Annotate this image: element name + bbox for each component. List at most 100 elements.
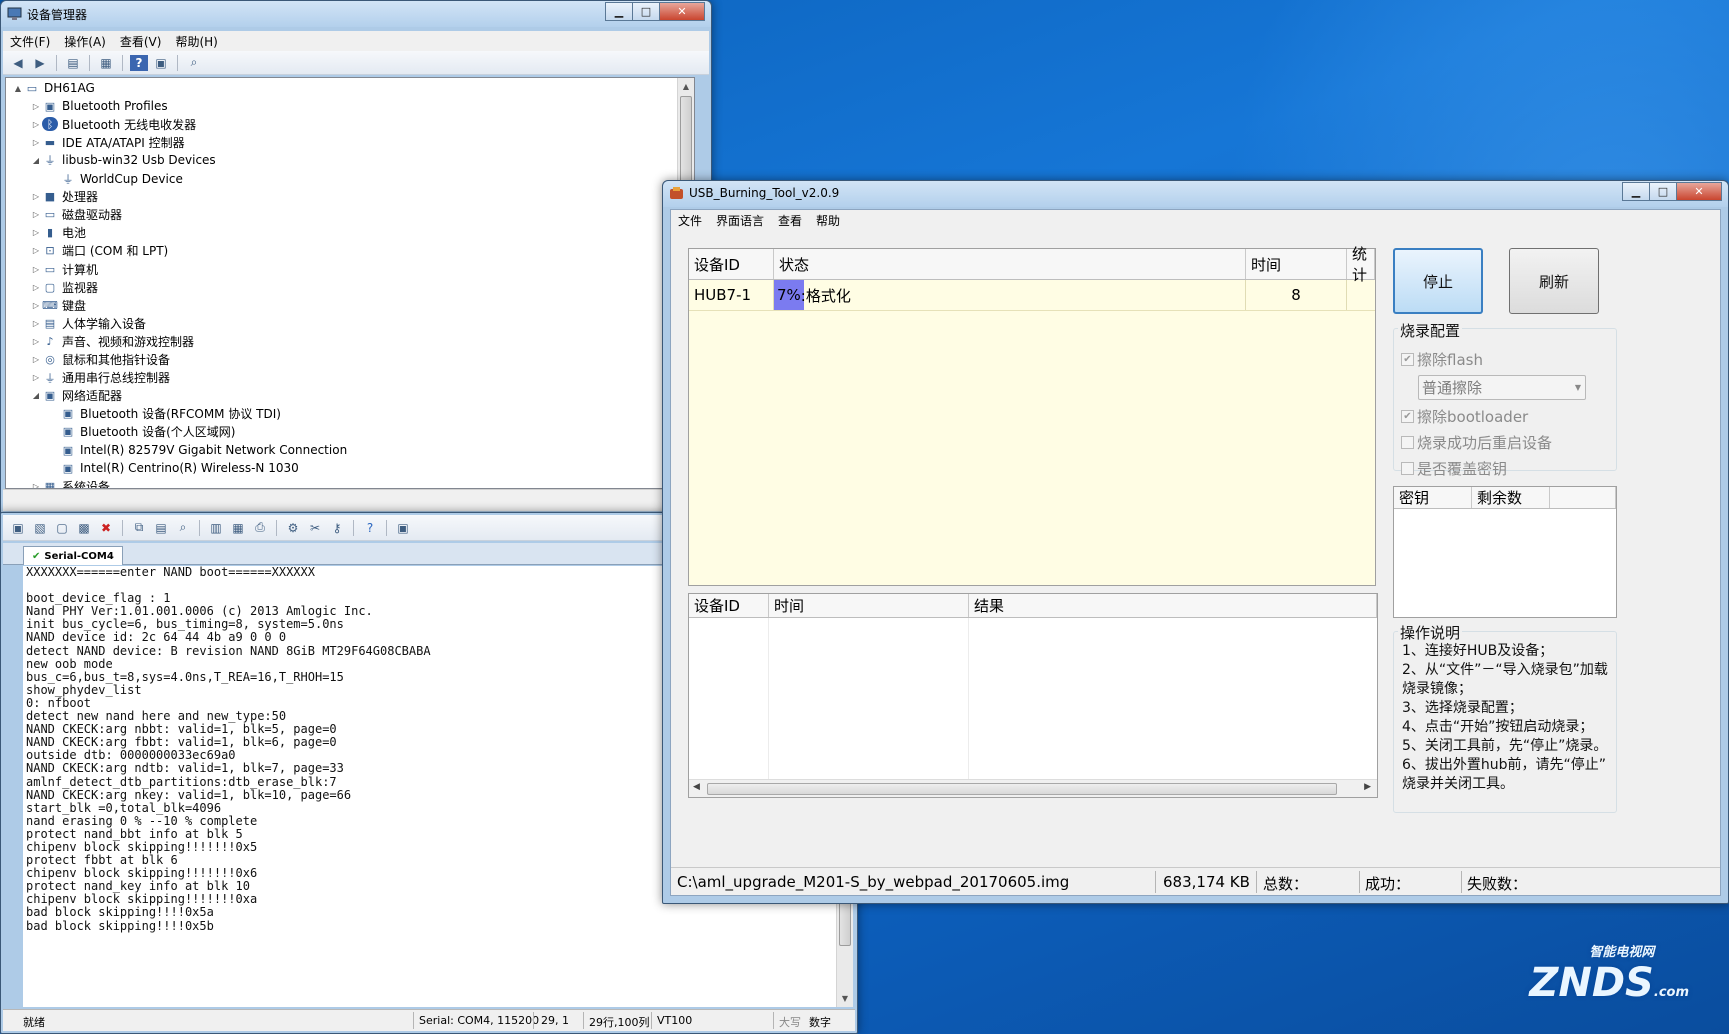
expand-arrow-icon[interactable]: ▷ xyxy=(30,355,42,364)
connect-icon[interactable]: ▢ xyxy=(53,520,71,536)
titlebar[interactable]: USB_Burning_Tool_v2.0.9 ▁ □ ✕ xyxy=(663,181,1728,207)
scroll-right-arrow-icon[interactable]: ▶ xyxy=(1364,782,1371,792)
col-key[interactable]: 密钥 xyxy=(1394,487,1472,508)
session-manager-icon[interactable]: ▣ xyxy=(394,520,412,536)
open-session-icon[interactable]: ▧ xyxy=(31,520,49,536)
copy-icon[interactable]: ⧉ xyxy=(130,520,148,536)
scroll-thumb[interactable] xyxy=(707,783,1337,795)
erase-bootloader-checkbox[interactable]: ✔ 擦除bootloader xyxy=(1401,406,1528,427)
find-icon[interactable]: ⌕ xyxy=(174,520,192,536)
reboot-after-checkbox[interactable]: 烧录成功后重启设备 xyxy=(1401,432,1552,453)
col-status[interactable]: 状态 xyxy=(774,249,1246,279)
col-device-id[interactable]: 设备ID xyxy=(689,594,769,617)
expand-arrow-icon[interactable]: ▷ xyxy=(30,210,42,219)
tree-item[interactable]: ◢ ▣ 网络适配器 xyxy=(30,387,122,405)
reconnect-icon[interactable]: ▩ xyxy=(75,520,93,536)
key-icon[interactable]: ⚷ xyxy=(328,520,346,536)
scroll-down-arrow-icon[interactable]: ▼ xyxy=(837,990,853,1007)
col-device-id[interactable]: 设备ID xyxy=(689,249,774,279)
scan-hardware-icon[interactable]: ⌕ xyxy=(185,55,203,71)
expand-arrow-icon[interactable]: ▷ xyxy=(30,246,42,255)
expand-arrow-icon[interactable]: ▷ xyxy=(30,192,42,201)
tree-item[interactable]: ▷ ♪ 声音、视频和游戏控制器 xyxy=(30,332,194,350)
tree-item[interactable]: ▷ ▭ 计算机 xyxy=(30,260,98,278)
tree-item[interactable]: ⏚ WorldCup Device xyxy=(48,170,183,188)
tree-item[interactable]: ▲ ▭ DH61AG xyxy=(12,79,95,97)
overwrite-key-checkbox[interactable]: 是否覆盖密钥 xyxy=(1401,458,1507,479)
col-result[interactable]: 结果 xyxy=(969,594,1377,617)
print-screen-icon[interactable]: ▦ xyxy=(229,520,247,536)
printer-icon[interactable]: ⎙ xyxy=(251,520,269,536)
expand-arrow-icon[interactable]: ◢ xyxy=(30,156,42,165)
col-time[interactable]: 时间 xyxy=(1246,249,1347,279)
menu-view[interactable]: 查看(V) xyxy=(113,33,169,50)
expand-arrow-icon[interactable]: ◢ xyxy=(30,391,42,400)
tree-item[interactable]: ▣ Bluetooth 设备(RFCOMM 协议 TDI) xyxy=(48,405,281,423)
tree-item[interactable]: ▷ ᛒ Bluetooth 无线电收发器 xyxy=(30,115,196,133)
menu-help[interactable]: 帮助(H) xyxy=(168,33,224,50)
help-icon[interactable]: ? xyxy=(130,54,148,71)
col-stat[interactable]: 统计 xyxy=(1347,245,1375,284)
tree-item[interactable]: ▷ ▦ 系统设备 xyxy=(30,477,110,488)
expand-arrow-icon[interactable]: ▷ xyxy=(30,265,42,274)
tree-item[interactable]: ▷ ▢ 监视器 xyxy=(30,278,98,296)
properties-icon[interactable]: ▦ xyxy=(97,55,115,71)
tab-serial-com4[interactable]: ✔ Serial-COM4 xyxy=(23,546,123,565)
menu-language[interactable]: 界面语言 xyxy=(709,212,771,229)
expand-arrow-icon[interactable]: ▲ xyxy=(12,84,24,93)
expand-arrow-icon[interactable]: ▷ xyxy=(30,319,42,328)
expand-arrow-icon[interactable]: ▷ xyxy=(30,283,42,292)
expand-arrow-icon[interactable]: ▷ xyxy=(30,482,42,488)
tree-item[interactable]: ▷ ▮ 电池 xyxy=(30,224,86,242)
expand-arrow-icon[interactable]: ▷ xyxy=(30,228,42,237)
erase-mode-select[interactable]: 普通擦除 ▼ xyxy=(1418,375,1586,400)
menu-view[interactable]: 查看 xyxy=(771,212,809,229)
erase-flash-checkbox[interactable]: ✔ 擦除flash xyxy=(1401,349,1483,370)
tree-item[interactable]: ▷ ▬ IDE ATA/ATAPI 控制器 xyxy=(30,133,185,151)
expand-arrow-icon[interactable]: ▷ xyxy=(30,373,42,382)
horizontal-scrollbar[interactable]: ◀ ▶ xyxy=(689,779,1377,797)
tree-item[interactable]: ▷ ▭ 磁盘驱动器 xyxy=(30,206,122,224)
stop-button[interactable]: 停止 xyxy=(1393,248,1483,314)
tree-item[interactable]: ▣ Intel(R) 82579V Gigabit Network Connect… xyxy=(48,441,347,459)
show-hide-icon[interactable]: ▣ xyxy=(152,55,170,71)
print-icon[interactable]: ▥ xyxy=(207,520,225,536)
tree-item[interactable]: ▷ ◎ 鼠标和其他指针设备 xyxy=(30,351,170,369)
paste-icon[interactable]: ▤ xyxy=(152,520,170,536)
tree-item[interactable]: ▷ ▤ 人体学输入设备 xyxy=(30,314,146,332)
tree-item[interactable]: ▷ ▣ Bluetooth Profiles xyxy=(30,97,168,115)
menu-file[interactable]: 文件 xyxy=(671,212,709,229)
console-tree-icon[interactable]: ▤ xyxy=(64,55,82,71)
scroll-left-arrow-icon[interactable]: ◀ xyxy=(693,782,700,792)
tree-item[interactable]: ▷ ⌨ 键盘 xyxy=(30,296,86,314)
tools-icon[interactable]: ✂ xyxy=(306,520,324,536)
expand-arrow-icon[interactable]: ▷ xyxy=(30,138,42,147)
close-button[interactable]: ✕ xyxy=(659,2,705,21)
col-time[interactable]: 时间 xyxy=(769,594,969,617)
minimize-button[interactable]: ▁ xyxy=(1622,182,1650,201)
menu-action[interactable]: 操作(A) xyxy=(57,33,113,50)
settings-icon[interactable]: ⚙ xyxy=(284,520,302,536)
maximize-button[interactable]: □ xyxy=(632,2,660,21)
close-button[interactable]: ✕ xyxy=(1676,182,1722,201)
new-session-icon[interactable]: ▣ xyxy=(9,520,27,536)
tree-item[interactable]: ▷ ⊡ 端口 (COM 和 LPT) xyxy=(30,242,168,260)
menu-help[interactable]: 帮助 xyxy=(809,212,847,229)
tree-item[interactable]: ▷ ⏚ 通用串行总线控制器 xyxy=(30,369,170,387)
tree-item[interactable]: ◢ ⏚ libusb-win32 Usb Devices xyxy=(30,151,216,169)
expand-arrow-icon[interactable]: ▷ xyxy=(30,102,42,111)
table-row[interactable]: HUB7-1 7% :格式化 8 xyxy=(689,280,1375,311)
maximize-button[interactable]: □ xyxy=(1649,182,1677,201)
minimize-button[interactable]: ▁ xyxy=(605,2,633,21)
titlebar[interactable]: 设备管理器 ▁ □ ✕ xyxy=(1,1,711,27)
disconnect-icon[interactable]: ✖ xyxy=(97,520,115,536)
scroll-up-arrow-icon[interactable]: ▲ xyxy=(678,78,694,95)
expand-arrow-icon[interactable]: ▷ xyxy=(30,301,42,310)
col-remaining[interactable]: 剩余数 xyxy=(1472,487,1550,508)
expand-arrow-icon[interactable]: ▷ xyxy=(30,120,42,129)
tree-item[interactable]: ▣ Intel(R) Centrino(R) Wireless-N 1030 xyxy=(48,459,299,477)
tree-item[interactable]: ▣ Bluetooth 设备(个人区域网) xyxy=(48,423,236,441)
refresh-button[interactable]: 刷新 xyxy=(1509,248,1599,314)
back-icon[interactable]: ◀ xyxy=(9,55,27,71)
tree-item[interactable]: ▷ ■ 处理器 xyxy=(30,188,98,206)
